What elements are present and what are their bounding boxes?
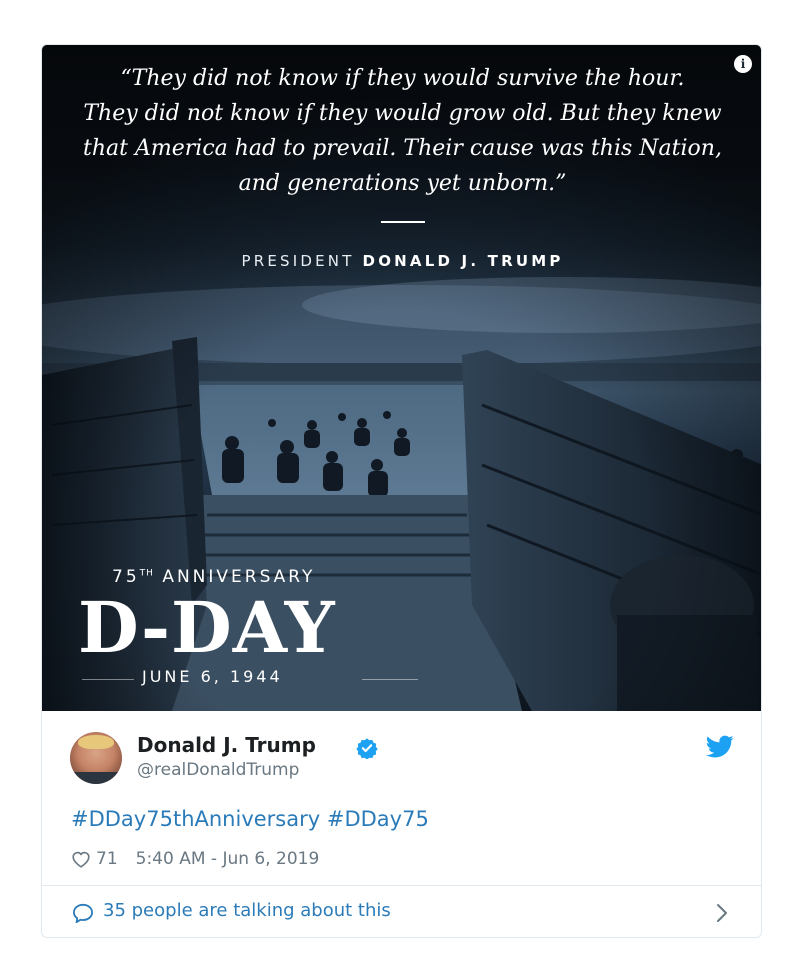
quote-line: They did not know if they would grow old… — [83, 101, 722, 126]
anniversary-word: ANNIVERSARY — [162, 567, 316, 587]
tweet-text: #DDay75thAnniversary #DDay75 — [71, 807, 429, 831]
user-handle[interactable]: @realDonaldTrump — [137, 760, 299, 780]
event-date-row: JUNE 6, 1944 — [82, 667, 418, 691]
avatar-hair — [78, 735, 114, 749]
anniversary-suffix: TH — [139, 568, 154, 579]
date-rule-left — [82, 679, 134, 680]
tweet-timestamp[interactable]: 5:40 AM - Jun 6, 2019 — [136, 849, 320, 869]
avatar[interactable] — [70, 732, 122, 784]
like-count[interactable]: 71 — [96, 849, 118, 869]
chevron-right-icon[interactable] — [715, 903, 729, 923]
event-date: JUNE 6, 1944 — [142, 667, 283, 686]
headline: D-DAY — [78, 586, 336, 669]
hashtag-link[interactable]: #DDay75 — [327, 807, 429, 831]
anniversary-number: 75 — [112, 567, 140, 587]
twitter-bird-icon[interactable] — [706, 735, 734, 759]
conversation-label[interactable]: 35 people are talking about this — [103, 900, 391, 921]
quote-text: “They did not know if they would survive… — [82, 61, 723, 201]
tweet-media-image[interactable]: i “They did not know if they would survi… — [42, 45, 761, 711]
quote-attribution: PRESIDENT DONALD J. TRUMP — [42, 252, 761, 270]
date-rule-right — [362, 679, 418, 680]
avatar-suit — [70, 772, 122, 784]
embedded-tweet-card[interactable]: i “They did not know if they would survi… — [41, 44, 762, 938]
conversation-link[interactable]: 35 people are talking about this — [42, 886, 761, 937]
hashtag-link[interactable]: #DDay75thAnniversary — [71, 807, 320, 831]
quote-divider — [381, 221, 425, 223]
speech-bubble-icon — [72, 903, 94, 923]
quote-line: and generations yet unborn.” — [238, 171, 567, 196]
quote-line: that America had to prevail. Their cause… — [83, 136, 722, 161]
anniversary-label: 75TH ANNIVERSARY — [112, 567, 315, 587]
display-name[interactable]: Donald J. Trump — [137, 733, 316, 757]
attribution-prefix: PRESIDENT — [241, 252, 355, 270]
attribution-name: DONALD J. TRUMP — [362, 252, 564, 270]
heart-icon[interactable] — [71, 850, 91, 868]
quote-line: “They did not know if they would survive… — [120, 66, 685, 91]
info-icon[interactable]: i — [734, 55, 752, 73]
tweet-meta: 71 5:40 AM - Jun 6, 2019 — [71, 849, 319, 869]
tweet-body: Donald J. Trump @realDonaldTrump #DDay75… — [42, 711, 761, 885]
verified-badge-icon — [356, 738, 378, 759]
